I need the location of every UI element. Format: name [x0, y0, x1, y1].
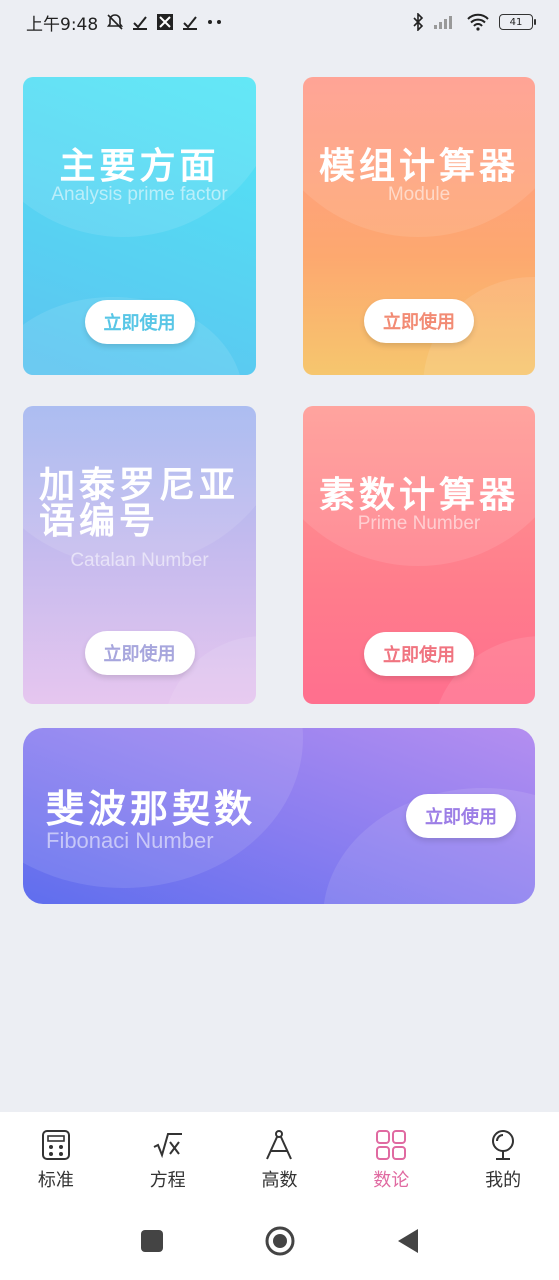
status-bar: 上午9:48 41	[0, 0, 559, 44]
compass-icon	[262, 1128, 296, 1162]
tab-equation[interactable]: 方程	[112, 1112, 224, 1202]
battery-icon: 41	[499, 14, 536, 30]
wifi-icon	[466, 13, 490, 31]
card-title-line-1: 加泰罗尼亚	[39, 465, 240, 506]
use-now-button[interactable]: 立即使用	[406, 794, 516, 838]
tab-label: 我的	[485, 1170, 522, 1191]
tab-label: 方程	[149, 1170, 186, 1191]
profile-icon	[486, 1128, 520, 1162]
bluetooth-icon	[412, 13, 424, 31]
use-now-button[interactable]: 立即使用	[364, 632, 474, 676]
use-now-button[interactable]: 立即使用	[84, 300, 195, 344]
use-now-button[interactable]: 立即使用	[84, 631, 195, 675]
mute-bell-icon	[106, 13, 124, 31]
card-title: 素数计算器	[318, 475, 519, 516]
tab-mine[interactable]: 我的	[447, 1112, 559, 1202]
tab-standard[interactable]: 标准	[0, 1112, 112, 1202]
card-subtitle: Prime Number	[357, 513, 481, 534]
use-now-button[interactable]: 立即使用	[364, 299, 474, 343]
card-title: 模组计算器	[318, 146, 519, 187]
catalan-number-card[interactable]: 加泰罗尼亚 语编号 Catalan Number 立即使用	[23, 406, 256, 704]
tab-label: 数论	[373, 1170, 410, 1191]
tab-advanced-math[interactable]: 高数	[224, 1112, 336, 1202]
recent-apps-button[interactable]	[134, 1223, 170, 1259]
grid-icon	[374, 1128, 408, 1162]
home-button[interactable]	[262, 1223, 298, 1259]
tab-label: 高数	[261, 1170, 298, 1191]
status-time: 上午9:48	[26, 14, 99, 35]
card-subtitle: Analysis prime factor	[51, 184, 228, 205]
back-triangle-icon	[397, 1229, 418, 1253]
card-title: 主要方面	[59, 146, 220, 187]
signal-icon	[433, 14, 457, 30]
back-button[interactable]	[390, 1223, 426, 1259]
fibonacci-number-card[interactable]: 斐波那契数 Fibonaci Number 立即使用	[23, 728, 535, 904]
check-icon-2	[182, 14, 198, 30]
square-icon	[140, 1230, 163, 1252]
prime-factor-card[interactable]: 主要方面 Analysis prime factor 立即使用	[23, 77, 256, 375]
sqrt-icon	[151, 1128, 185, 1162]
check-icon	[132, 14, 148, 30]
system-navigation-bar	[0, 1202, 559, 1280]
card-title-line-2: 语编号	[39, 501, 160, 542]
bottom-tab-bar: 标准 方程 高数 数论 我的	[0, 1112, 559, 1202]
card-subtitle: Module	[387, 184, 451, 205]
more-dots-icon	[206, 19, 224, 25]
tab-number-theory[interactable]: 数论	[335, 1112, 447, 1202]
card-subtitle: Catalan Number	[70, 550, 209, 571]
tab-label: 标准	[37, 1170, 74, 1191]
prime-number-card[interactable]: 素数计算器 Prime Number 立即使用	[303, 406, 535, 704]
module-calculator-card[interactable]: 模组计算器 Module 立即使用	[303, 77, 535, 375]
card-title: 加泰罗尼亚 语编号	[23, 468, 256, 540]
calculator-icon	[39, 1128, 73, 1162]
app-notification-icon	[156, 13, 174, 31]
circle-icon	[265, 1226, 294, 1256]
